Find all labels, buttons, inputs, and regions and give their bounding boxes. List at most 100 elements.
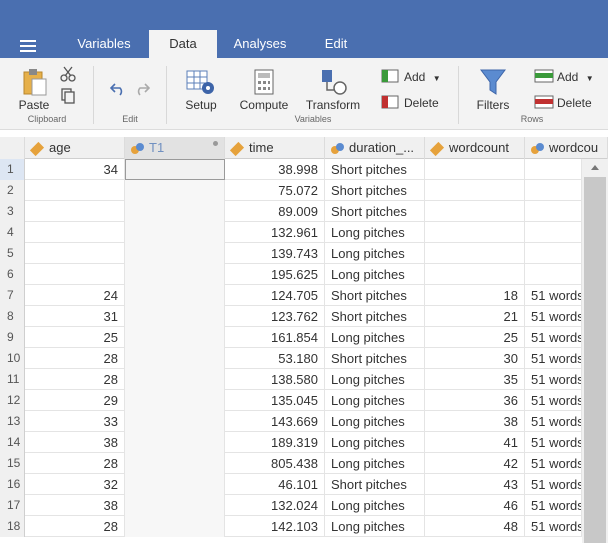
cell-wordcount-2[interactable] <box>525 222 582 243</box>
cell-duration[interactable]: Short pitches <box>325 201 425 222</box>
cell-t1[interactable] <box>125 390 225 411</box>
cell-time[interactable]: 132.961 <box>225 222 325 243</box>
cell-age[interactable] <box>25 222 125 243</box>
paste-button[interactable]: Paste <box>14 66 54 112</box>
cell-duration[interactable]: Long pitches <box>325 390 425 411</box>
row-number[interactable]: 15 <box>0 453 25 474</box>
cell-t1[interactable] <box>125 432 225 453</box>
cell-age[interactable]: 29 <box>25 390 125 411</box>
cell-t1[interactable] <box>125 327 225 348</box>
cell-wordcount-2[interactable]: 51 words <box>525 348 582 369</box>
row-number[interactable]: 5 <box>0 243 25 264</box>
cell-wordcount[interactable] <box>425 201 525 222</box>
cell-t1[interactable] <box>125 369 225 390</box>
column-header-wordcount[interactable]: wordcount <box>425 137 525 159</box>
corner-cell[interactable] <box>0 137 25 159</box>
cell-wordcount-2[interactable]: 51 words <box>525 474 582 495</box>
cell-time[interactable]: 138.580 <box>225 369 325 390</box>
cell-wordcount-2[interactable]: 51 words <box>525 432 582 453</box>
cell-age[interactable]: 28 <box>25 516 125 537</box>
tab-variables[interactable]: Variables <box>64 30 144 58</box>
cut-icon[interactable] <box>60 66 76 82</box>
cell-t1[interactable] <box>125 495 225 516</box>
cell-wordcount-2[interactable]: 51 words <box>525 495 582 516</box>
cell-time[interactable]: 135.045 <box>225 390 325 411</box>
row-number[interactable]: 16 <box>0 474 25 495</box>
cell-duration[interactable]: Short pitches <box>325 285 425 306</box>
cell-time[interactable]: 46.101 <box>225 474 325 495</box>
scrollbar-thumb[interactable] <box>584 177 606 543</box>
cell-duration[interactable]: Long pitches <box>325 327 425 348</box>
scroll-up-icon[interactable] <box>591 165 599 170</box>
cell-time[interactable]: 123.762 <box>225 306 325 327</box>
cell-duration[interactable]: Long pitches <box>325 222 425 243</box>
compute-button[interactable]: Compute <box>236 66 292 112</box>
cell-duration[interactable]: Short pitches <box>325 180 425 201</box>
cell-age[interactable]: 25 <box>25 327 125 348</box>
cell-t1[interactable] <box>125 516 225 537</box>
cell-age[interactable]: 28 <box>25 348 125 369</box>
cell-time[interactable]: 139.743 <box>225 243 325 264</box>
cell-age[interactable] <box>25 243 125 264</box>
row-number[interactable]: 2 <box>0 180 25 201</box>
add-variable-button[interactable]: Add ▼ <box>404 70 441 84</box>
cell-wordcount-2[interactable]: 51 words <box>525 369 582 390</box>
cell-age[interactable] <box>25 201 125 222</box>
column-header-wordcount-2[interactable]: wordcou <box>525 137 608 159</box>
cell-wordcount[interactable]: 21 <box>425 306 525 327</box>
row-number[interactable]: 14 <box>0 432 25 453</box>
cell-t1[interactable] <box>125 348 225 369</box>
cell-duration[interactable]: Long pitches <box>325 495 425 516</box>
filters-button[interactable]: Filters <box>470 66 516 112</box>
cell-age[interactable]: 24 <box>25 285 125 306</box>
column-header-duration[interactable]: duration_... <box>325 137 425 159</box>
cell-wordcount[interactable] <box>425 264 525 285</box>
cell-duration[interactable]: Short pitches <box>325 348 425 369</box>
row-number[interactable]: 17 <box>0 495 25 516</box>
cell-time[interactable]: 124.705 <box>225 285 325 306</box>
cell-duration[interactable]: Short pitches <box>325 159 425 180</box>
copy-icon[interactable] <box>61 88 75 104</box>
cell-t1[interactable] <box>125 243 225 264</box>
cell-age[interactable]: 33 <box>25 411 125 432</box>
cell-t1[interactable] <box>125 306 225 327</box>
cell-wordcount-2[interactable]: 51 words <box>525 285 582 306</box>
row-number[interactable]: 9 <box>0 327 25 348</box>
cell-t1[interactable] <box>125 201 225 222</box>
add-row-button[interactable]: Add ▼ <box>557 70 594 84</box>
cell-duration[interactable]: Long pitches <box>325 432 425 453</box>
delete-row-button[interactable]: Delete <box>557 96 592 110</box>
cell-age[interactable]: 31 <box>25 306 125 327</box>
row-number[interactable]: 6 <box>0 264 25 285</box>
cell-time[interactable]: 53.180 <box>225 348 325 369</box>
cell-duration[interactable]: Long pitches <box>325 411 425 432</box>
column-header-age[interactable]: age <box>25 137 125 159</box>
cell-wordcount[interactable]: 38 <box>425 411 525 432</box>
cell-time[interactable]: 143.669 <box>225 411 325 432</box>
cell-duration[interactable]: Short pitches <box>325 474 425 495</box>
cell-time[interactable]: 38.998 <box>225 159 325 180</box>
row-number[interactable]: 18 <box>0 516 25 537</box>
cell-wordcount[interactable]: 18 <box>425 285 525 306</box>
cell-wordcount[interactable]: 43 <box>425 474 525 495</box>
cell-time[interactable]: 195.625 <box>225 264 325 285</box>
cell-wordcount-2[interactable] <box>525 243 582 264</box>
row-number[interactable]: 10 <box>0 348 25 369</box>
cell-time[interactable]: 189.319 <box>225 432 325 453</box>
cell-wordcount[interactable] <box>425 243 525 264</box>
cell-age[interactable] <box>25 264 125 285</box>
cell-duration[interactable]: Long pitches <box>325 243 425 264</box>
tab-analyses[interactable]: Analyses <box>222 30 298 58</box>
delete-variable-button[interactable]: Delete <box>404 96 439 110</box>
row-number[interactable]: 1 <box>0 159 25 180</box>
cell-t1[interactable] <box>125 474 225 495</box>
cell-wordcount-2[interactable] <box>525 201 582 222</box>
column-header-t1[interactable]: T1 <box>125 137 225 159</box>
cell-wordcount[interactable] <box>425 180 525 201</box>
cell-wordcount[interactable]: 41 <box>425 432 525 453</box>
row-number[interactable]: 4 <box>0 222 25 243</box>
cell-wordcount-2[interactable]: 51 words <box>525 327 582 348</box>
row-number[interactable]: 12 <box>0 390 25 411</box>
row-number[interactable]: 13 <box>0 411 25 432</box>
cell-duration[interactable]: Long pitches <box>325 369 425 390</box>
